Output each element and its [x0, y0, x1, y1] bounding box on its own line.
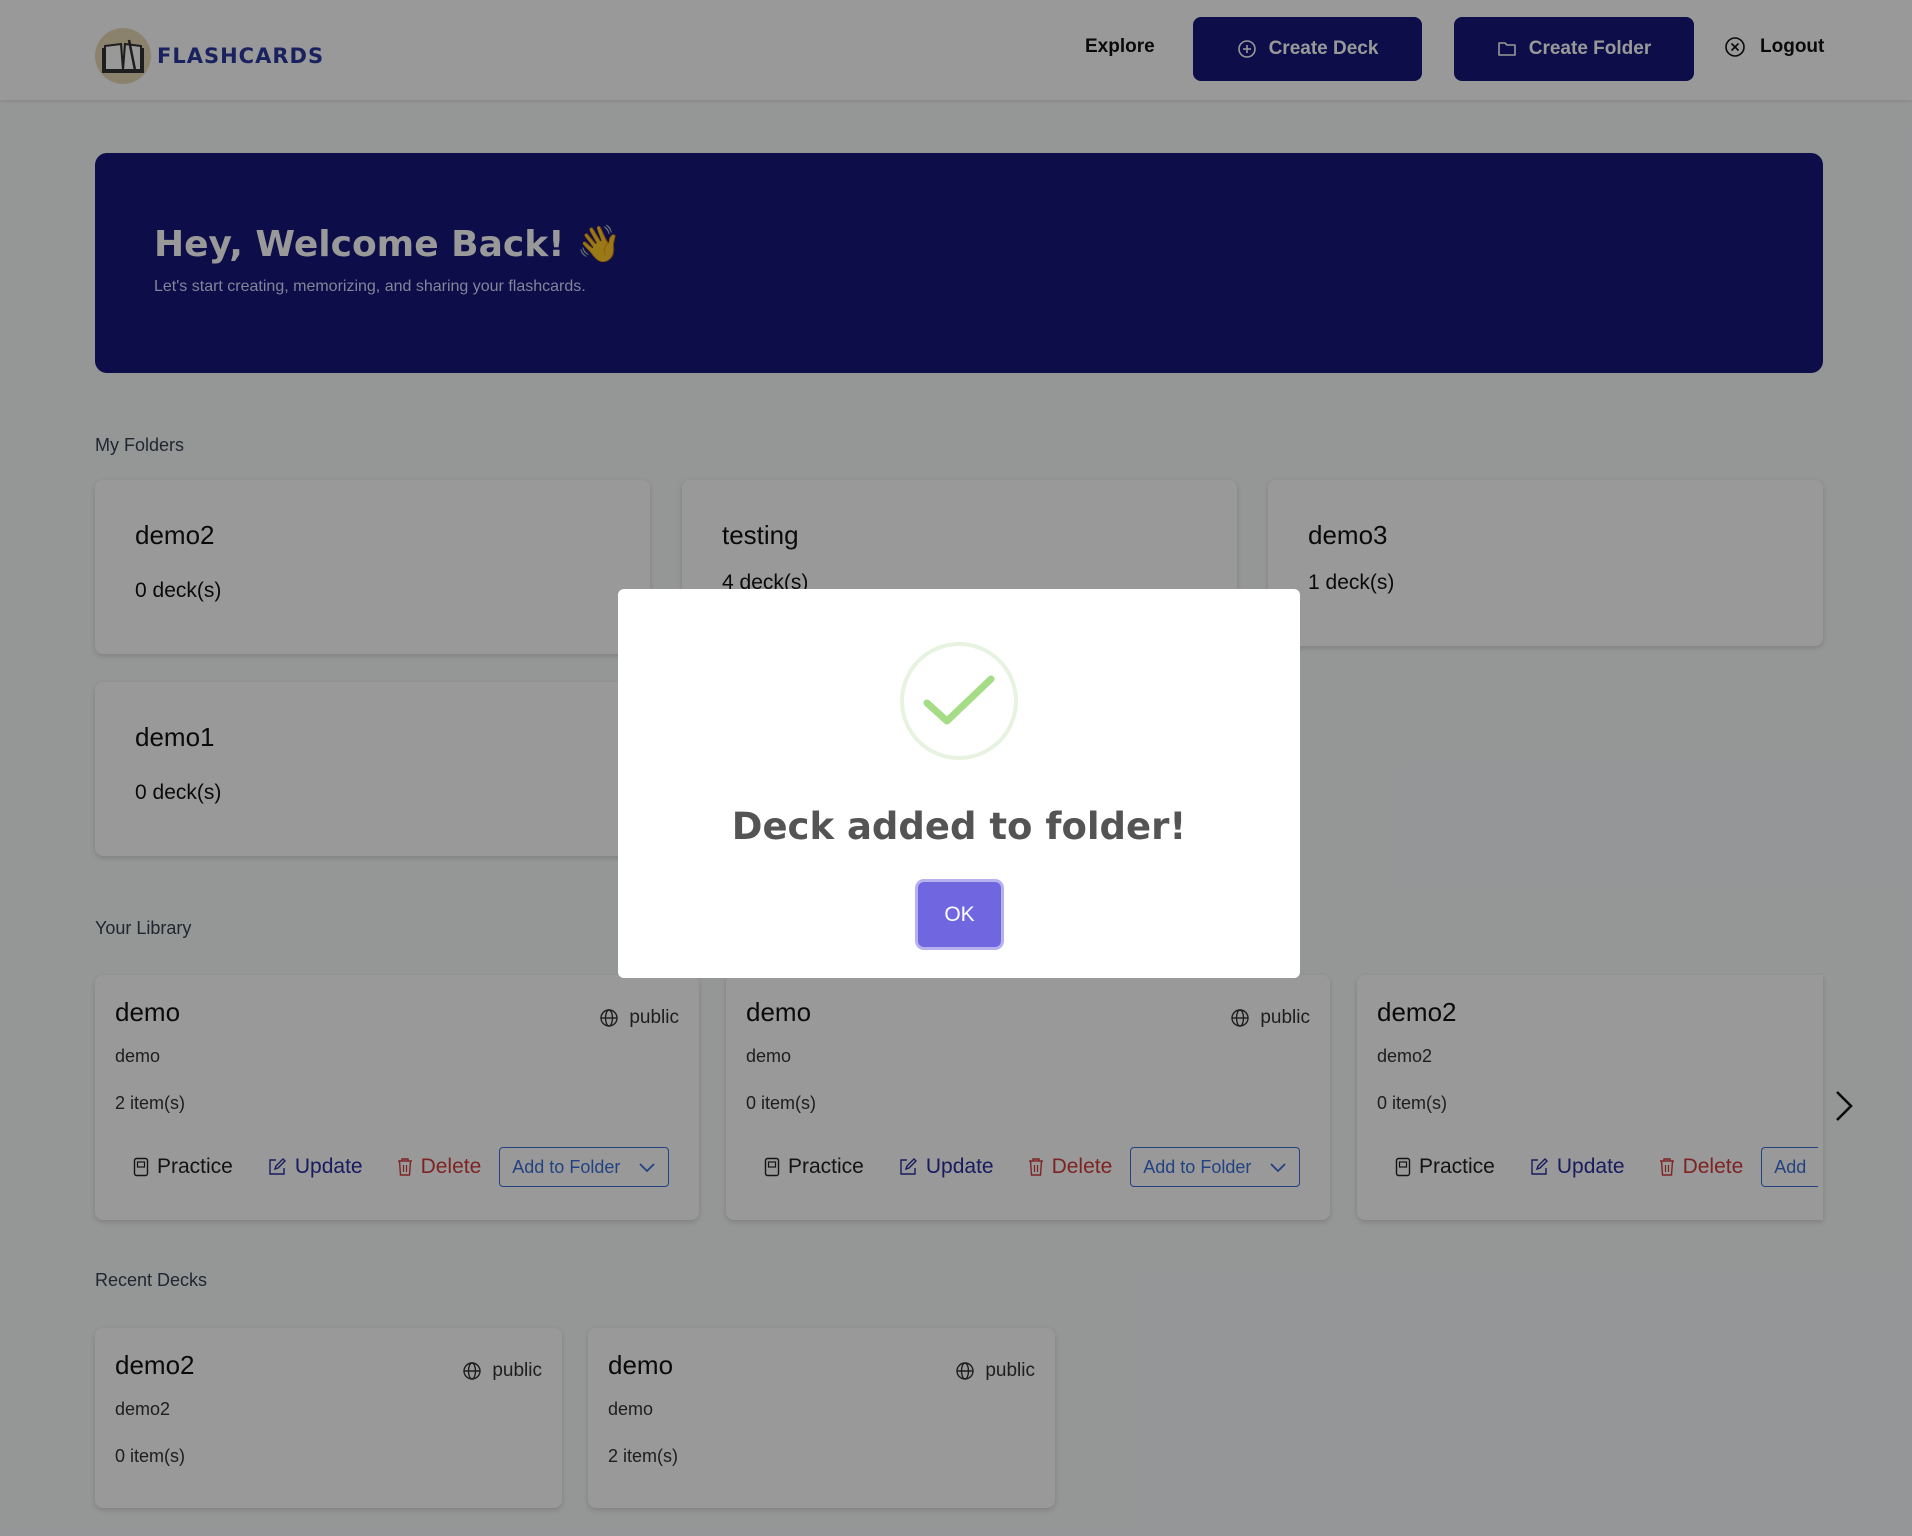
dialog-title: Deck added to folder! — [731, 805, 1187, 848]
success-dialog: Deck added to folder! OK — [618, 589, 1300, 978]
ok-button[interactable]: OK — [918, 882, 1001, 947]
success-check-icon — [900, 642, 1018, 760]
